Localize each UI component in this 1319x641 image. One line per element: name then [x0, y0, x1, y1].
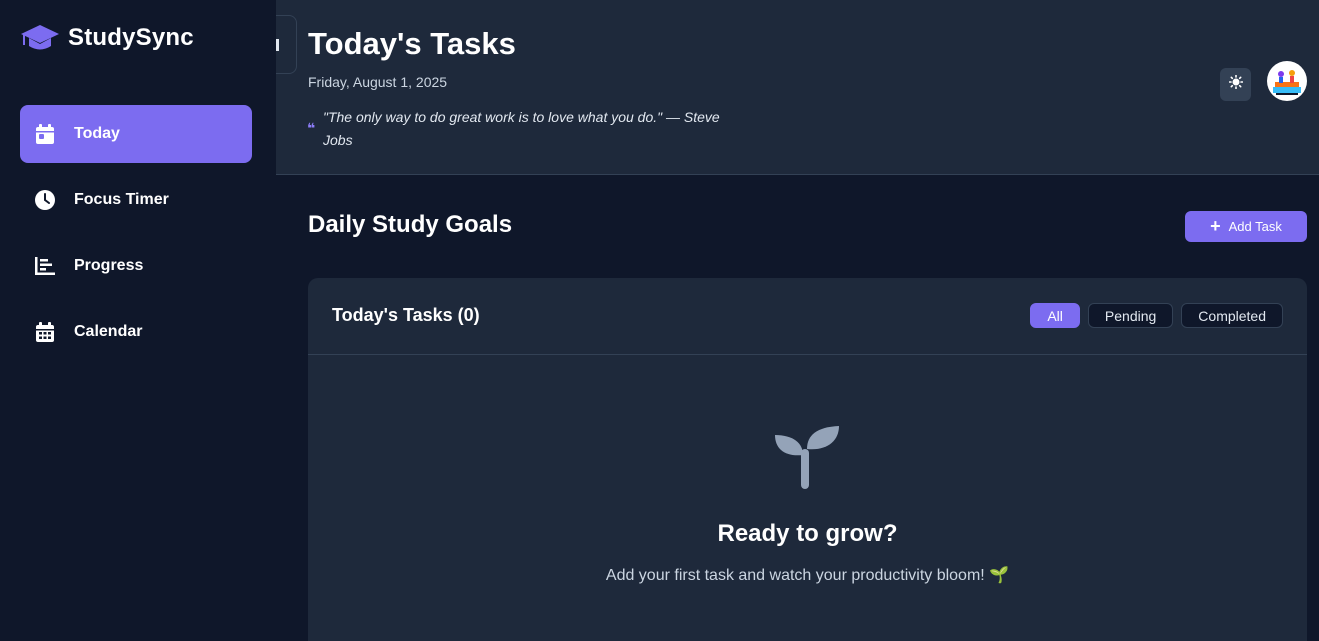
tasks-card: Today's Tasks (0) All Pending Completed … [308, 278, 1307, 641]
add-task-button[interactable]: + Add Task [1185, 211, 1307, 242]
tasks-card-title: Today's Tasks (0) [332, 305, 480, 325]
empty-state-title: Ready to grow? [717, 520, 898, 547]
sidebar-item-progress[interactable]: Progress [20, 237, 252, 295]
sidebar: StudySync Today Focus Timer Progress Cal… [0, 0, 276, 641]
sidebar-item-today[interactable]: Today [20, 105, 252, 163]
filter-completed[interactable]: Completed [1181, 303, 1283, 328]
clock-icon [34, 189, 56, 211]
graduation-cap-icon [20, 22, 60, 54]
sidebar-item-label: Calendar [74, 323, 143, 340]
filter-pending[interactable]: Pending [1087, 303, 1174, 328]
tasks-card-header: Today's Tasks (0) All Pending Completed [308, 278, 1307, 355]
user-avatar-icon[interactable] [1267, 61, 1307, 101]
sidebar-item-label: Today [74, 125, 120, 142]
sidebar-item-label: Progress [74, 257, 144, 274]
sidebar-item-focus-timer[interactable]: Focus Timer [20, 171, 252, 229]
filter-all[interactable]: All [1030, 303, 1080, 328]
add-task-label: Add Task [1228, 219, 1282, 234]
current-date: Friday, August 1, 2025 [308, 74, 448, 90]
plus-icon: + [1210, 216, 1221, 236]
quote-icon: ❝ [307, 120, 316, 136]
app-root: StudySync Today Focus Timer Progress Cal… [0, 0, 1319, 641]
bar-chart-icon [34, 255, 56, 277]
sun-icon [1228, 74, 1243, 94]
task-filters: All Pending Completed [1030, 303, 1283, 328]
sidebar-nav: Today Focus Timer Progress Calendar [20, 105, 252, 369]
page-header: Today's Tasks Friday, August 1, 2025 ❝ "… [276, 0, 1319, 175]
calendar-icon [34, 321, 56, 343]
page-title: Today's Tasks [308, 26, 516, 61]
sidebar-item-calendar[interactable]: Calendar [20, 303, 252, 361]
theme-toggle-button[interactable] [1220, 68, 1251, 101]
menu-icon [276, 39, 279, 51]
sidebar-item-label: Focus Timer [74, 191, 169, 208]
section-title: Daily Study Goals [308, 211, 513, 238]
empty-state-text: Add your first task and watch your produ… [605, 567, 1010, 584]
seedling-icon [773, 425, 841, 491]
brand[interactable]: StudySync [20, 22, 194, 54]
motivational-quote: "The only way to do great work is to lov… [323, 109, 720, 148]
calendar-day-icon [34, 123, 56, 145]
brand-name: StudySync [68, 24, 194, 51]
